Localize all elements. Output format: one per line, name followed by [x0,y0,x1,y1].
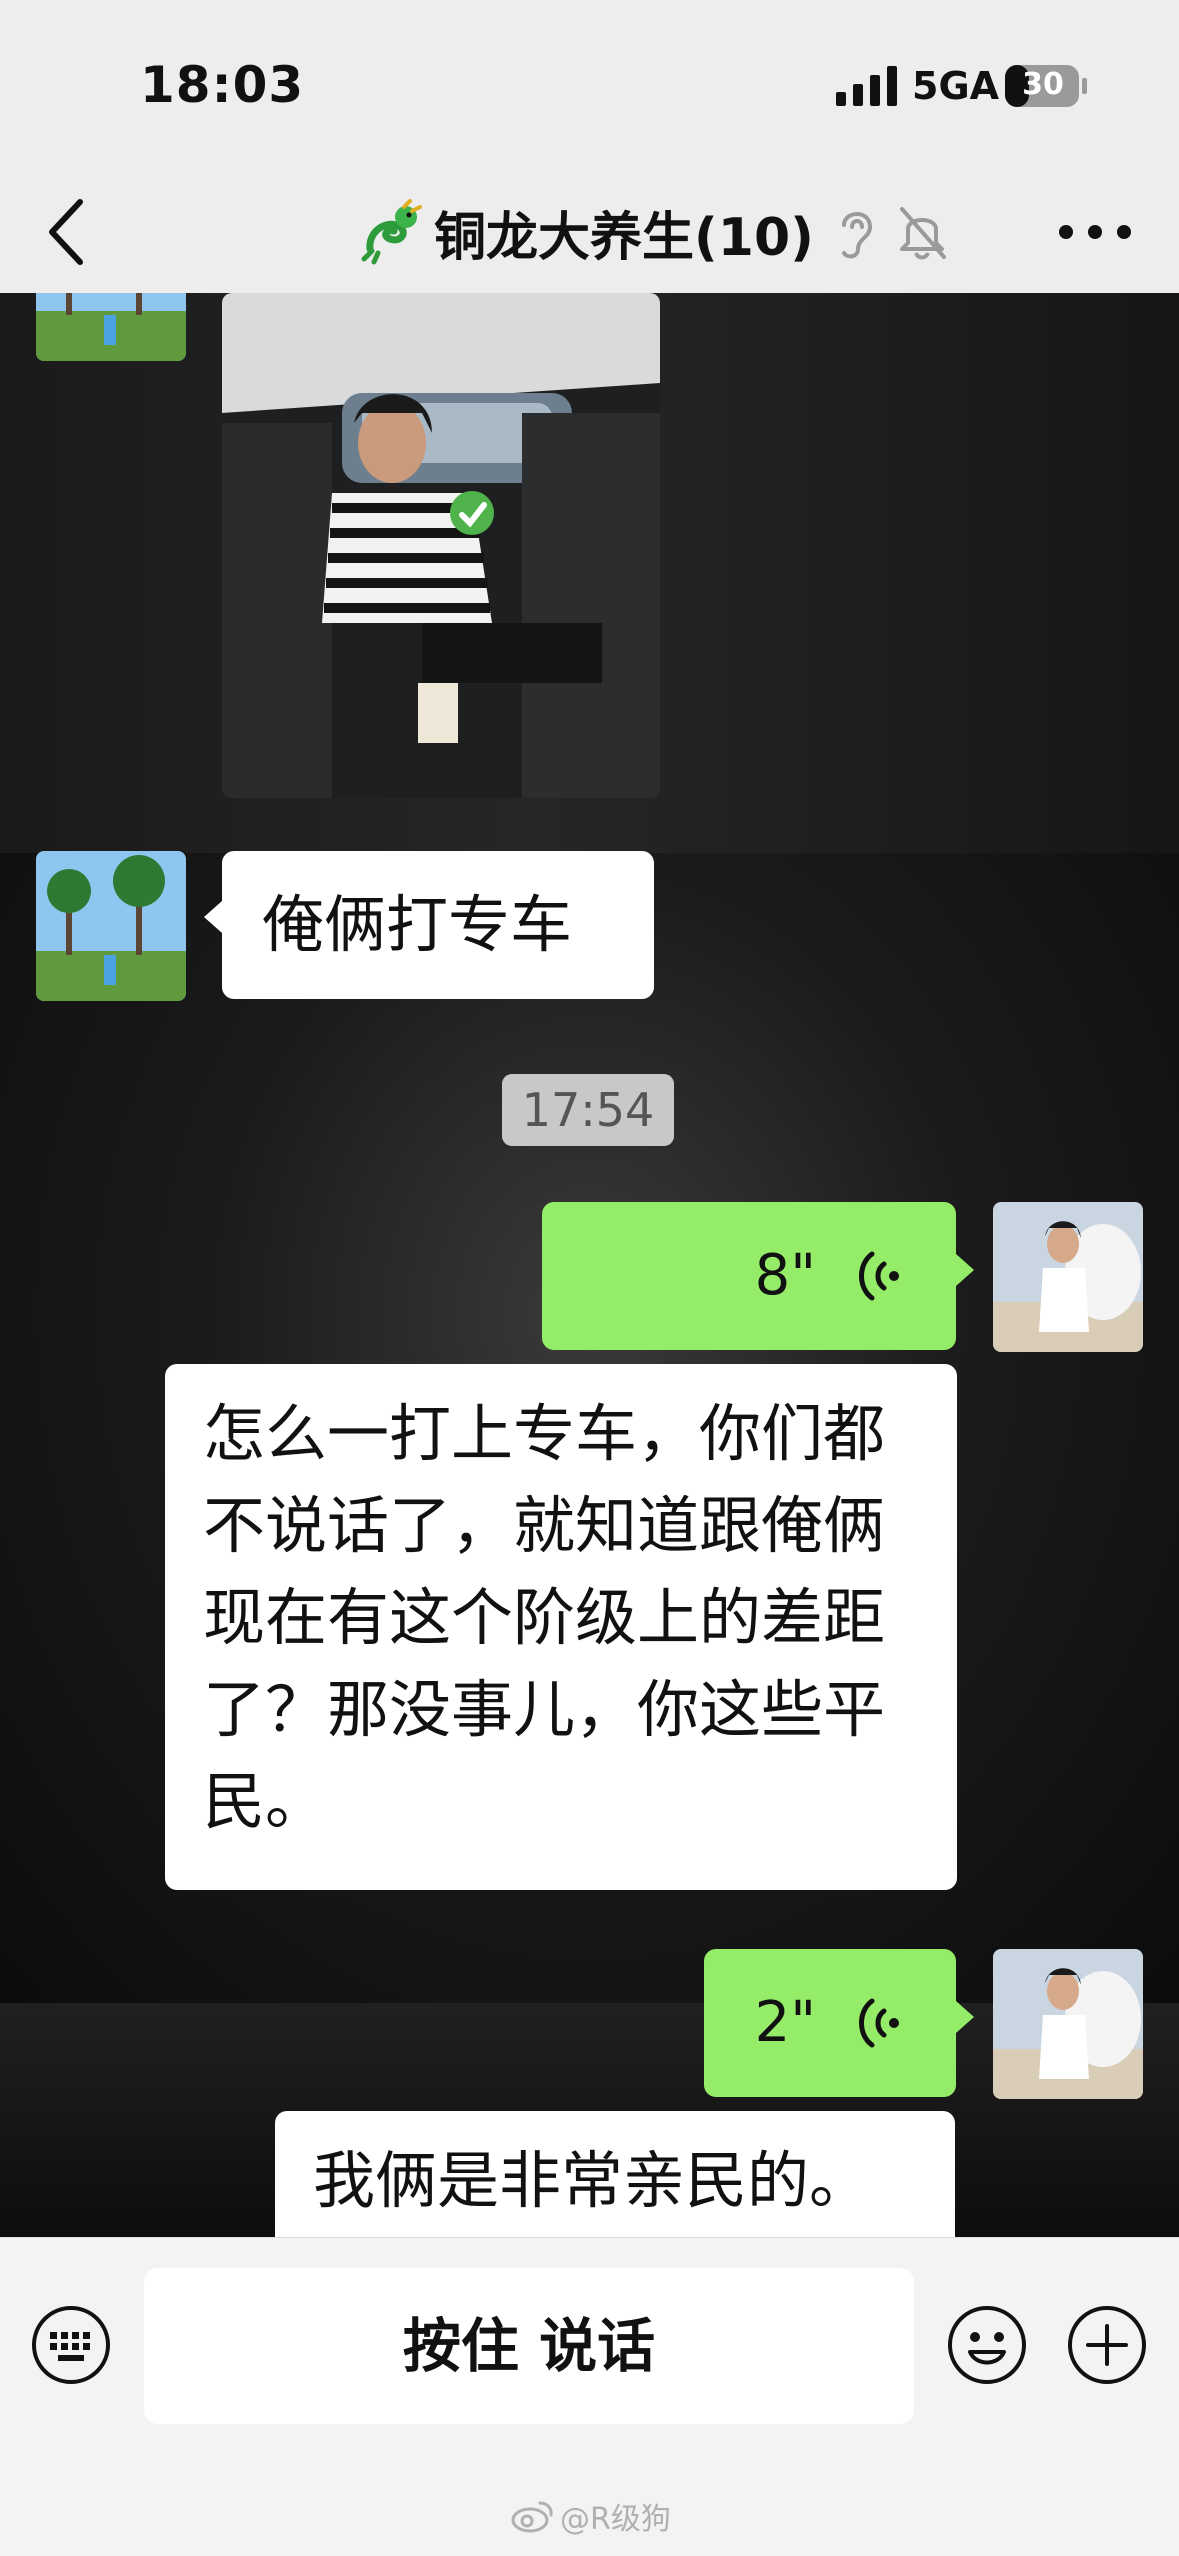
status-bar: 18:03 5GA 30 [0,0,1179,170]
status-time: 18:03 [140,56,305,114]
voice-duration: 2" [754,1990,816,2055]
network-label: 5GA [912,64,1000,108]
voice-wave-icon [859,1998,899,2048]
outgoing-text-message[interactable]: 怎么一打上专车，你们都不说话了，就知道跟俺俩现在有这个阶级上的差距了？那没事儿，… [165,1364,957,1890]
incoming-text-message[interactable]: 俺俩打专车 [204,851,654,999]
watermark-text: @R级狗 [560,2502,671,2537]
plus-icon[interactable] [1066,2304,1148,2386]
message-timestamp: 17:54 [502,1074,674,1146]
chat-title-group[interactable]: 铜龙大养生(10) [360,192,948,272]
dragon-icon [361,199,422,265]
watermark: @R级狗 [510,2496,671,2537]
sender-avatar[interactable] [36,293,186,361]
car-interior-photo [222,293,660,798]
outgoing-text-message[interactable]: 我俩是非常亲民的。 [275,2111,955,2237]
image-message[interactable] [222,293,660,798]
back-chevron-icon[interactable] [40,192,100,272]
chat-messages-area[interactable]: 俺俩打专车 17:54 8" 怎么一打上专车，你们都不说话了，就知道跟俺俩现在有… [0,293,1179,2237]
signal-icon [836,66,897,106]
outgoing-voice-message[interactable]: 8" [542,1202,974,1350]
outgoing-voice-message[interactable]: 2" [704,1949,974,2097]
mute-bell-icon [899,207,946,260]
angel-avatar-image [993,1949,1143,2099]
self-avatar[interactable] [993,1202,1143,1352]
angel-avatar-image [993,1202,1143,1352]
palm-trees-avatar-image [36,851,186,1001]
keyboard-icon[interactable] [30,2304,112,2386]
chat-title: 铜龙大养生(10) [434,207,814,268]
self-avatar[interactable] [993,1949,1143,2099]
palm-trees-avatar-image [36,293,186,361]
more-dots-icon[interactable] [1050,204,1140,260]
weibo-icon [511,2501,553,2533]
input-bar: 按住 说话 @R级狗 [0,2237,1179,2556]
hold-to-talk-button[interactable]: 按住 说话 [144,2268,914,2424]
voice-duration: 8" [754,1243,816,1308]
ear-icon [841,212,872,259]
emoji-icon[interactable] [946,2304,1028,2386]
battery-level: 30 [1022,67,1064,102]
voice-wave-icon [859,1251,899,1301]
sender-avatar[interactable] [36,851,186,1001]
top-area: 18:03 5GA 30 铜龙大养生(10) [0,0,1179,293]
nav-bar: 铜龙大养生(10) [0,170,1179,293]
